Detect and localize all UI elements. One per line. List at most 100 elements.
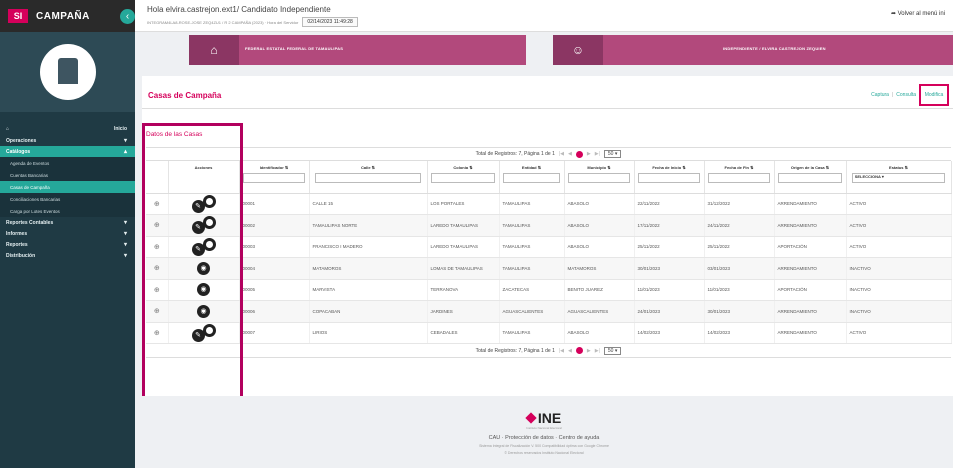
page-size-select[interactable]: 50 ▾ bbox=[603, 150, 622, 158]
disable-icon[interactable] bbox=[202, 323, 216, 337]
cell-estatus: INACTIVO bbox=[846, 279, 952, 301]
filter-input-fecha-de-fin[interactable] bbox=[707, 173, 771, 183]
row-expand-icon[interactable]: ⊕ bbox=[146, 279, 169, 301]
sidebar-item-conciliaciones-bancarias[interactable]: Conciliaciones Bancarias bbox=[0, 193, 135, 205]
column-label: Acciones bbox=[194, 165, 213, 170]
footer-links[interactable]: CAU · Protección de datos · Centro de ay… bbox=[135, 435, 953, 441]
filter-input-entidad[interactable] bbox=[502, 173, 561, 183]
current-page-indicator[interactable] bbox=[575, 150, 583, 158]
sidebar-item-cuentas-bancarias[interactable]: Cuentas Bancarias bbox=[0, 169, 135, 181]
sort-icon[interactable]: ⇅ bbox=[903, 165, 908, 170]
session-details: INTEGRAM4LA8-ROSE-JOSE ZEQ4ZU1 / R 2 CAM… bbox=[147, 19, 299, 25]
captura-link[interactable]: Captura bbox=[871, 92, 889, 106]
enable-icon[interactable]: ◉ bbox=[197, 261, 210, 275]
row-expand-icon[interactable]: ⊕ bbox=[146, 236, 169, 258]
back-to-menu-link[interactable]: ➦ Volver al menú ini bbox=[891, 10, 945, 17]
sidebar-item-operaciones[interactable]: Operaciones ▾ bbox=[0, 135, 135, 146]
table-header-row: Acciones Identificador ⇅ Calle ⇅ Colonia ⇅ E… bbox=[146, 161, 952, 194]
row-expand-icon[interactable]: ⊕ bbox=[146, 322, 169, 344]
cell-municipio: ABASOLO bbox=[564, 322, 635, 344]
banner-sujeto: ☺ INDEPENDIENTE / ELVIRA CASTREJON ZEQUI… bbox=[553, 35, 953, 65]
page-size-select[interactable]: 50 ▾ bbox=[603, 346, 622, 355]
sidebar-item-catalogos[interactable]: Catálogos ▴ bbox=[0, 146, 135, 157]
cell-fin: 14/02/2023 bbox=[704, 322, 775, 344]
row-expand-icon[interactable]: ⊕ bbox=[146, 214, 169, 237]
next-page-button[interactable]: ▶ bbox=[587, 151, 591, 157]
sort-icon[interactable]: ⇅ bbox=[468, 165, 472, 170]
cell-entidad: TAMAULIPAS bbox=[499, 214, 565, 237]
column-header-calle[interactable]: Calle ⇅ bbox=[309, 161, 428, 194]
column-header-fecha-de-inicio[interactable]: Fecha de Inicio ⇅ bbox=[634, 161, 705, 194]
row-expand-icon[interactable]: ⊕ bbox=[146, 193, 169, 215]
column-header-municipio[interactable]: Municipio ⇅ bbox=[564, 161, 635, 194]
modifica-link[interactable]: Modifica bbox=[919, 84, 949, 106]
column-header-identificador[interactable]: Identificador ⇅ bbox=[239, 161, 310, 194]
sort-icon[interactable]: ⇅ bbox=[537, 165, 541, 170]
enable-icon[interactable]: ◉ bbox=[197, 304, 210, 318]
sort-icon[interactable]: ⇅ bbox=[749, 165, 753, 170]
next-page-button[interactable]: ▶ bbox=[587, 348, 591, 354]
filter-input-fecha-de-inicio[interactable] bbox=[637, 173, 701, 183]
cell-calle: COPACABAN bbox=[309, 300, 428, 323]
filter-input-estatus[interactable]: SELECCIONA ▾ bbox=[851, 173, 946, 183]
sidebar-item-carga-por-lotes-eventos[interactable]: Carga por Lotes Eventos bbox=[0, 205, 135, 217]
column-header-entidad[interactable]: Entidad ⇅ bbox=[499, 161, 565, 194]
cell-entidad: TAMAULIPAS bbox=[499, 257, 565, 280]
cell-entidad: TAMAULIPAS bbox=[499, 193, 565, 215]
table-row: ⊕ ✎ 00001 CALLE 15 LOS PORTALES TAMAULIPAS ABA… bbox=[146, 193, 952, 215]
sidebar-item-agenda-de-eventos[interactable]: Agenda de Eventos bbox=[0, 157, 135, 169]
sort-icon[interactable]: ⇅ bbox=[371, 165, 375, 170]
row-actions: ✎ bbox=[168, 322, 240, 344]
column-label: Fecha de Fin bbox=[724, 165, 749, 170]
filter-input-identificador[interactable] bbox=[242, 173, 306, 183]
cell-municipio: ABASOLO bbox=[564, 236, 635, 258]
action-separator: | bbox=[891, 92, 894, 98]
sidebar-collapse-button[interactable]: ‹ bbox=[120, 9, 135, 24]
row-expand-icon[interactable]: ⊕ bbox=[146, 300, 169, 323]
last-page-button[interactable]: ▶| bbox=[595, 348, 600, 354]
cell-fin: 11/01/2023 bbox=[704, 279, 775, 301]
cell-estatus: ACTIVO bbox=[846, 236, 952, 258]
cell-id: 00005 bbox=[239, 279, 310, 301]
ine-logo-text: INE bbox=[537, 410, 562, 426]
cell-colonia: LOS PORTALES bbox=[427, 193, 500, 215]
sidebar-item-reportes[interactable]: Reportes ▾ bbox=[0, 239, 135, 250]
column-header-fecha-de-fin[interactable]: Fecha de Fin ⇅ bbox=[704, 161, 775, 194]
sidebar-item-distribucion[interactable]: Distribución ▾ bbox=[0, 250, 135, 261]
column-header-estatus[interactable]: Estatus ⇅ SELECCIONA ▾ bbox=[846, 161, 952, 194]
sort-icon[interactable]: ⇅ bbox=[825, 165, 829, 170]
enable-icon[interactable]: ◉ bbox=[197, 283, 210, 297]
disable-icon[interactable] bbox=[202, 237, 216, 251]
sidebar-item-informes[interactable]: Informes ▾ bbox=[0, 228, 135, 239]
filter-input-municipio[interactable] bbox=[567, 173, 631, 183]
current-page-indicator[interactable] bbox=[575, 347, 583, 354]
row-actions: ◉ bbox=[168, 300, 240, 323]
table-row: ⊕ ◉ 00005 MARVISTA TERRANOVA ZACATECAS BENITO … bbox=[146, 279, 952, 301]
column-header-colonia[interactable]: Colonia ⇅ bbox=[427, 161, 500, 194]
building-icon: ⌂ bbox=[189, 35, 239, 65]
cell-inicio: 30/01/2023 bbox=[634, 257, 705, 280]
row-expand-icon[interactable]: ⊕ bbox=[146, 257, 169, 280]
row-actions: ✎ bbox=[168, 193, 240, 215]
filter-input-origen-de-la-casa[interactable] bbox=[778, 173, 842, 183]
server-time: 02/14/2023 11:49:28 bbox=[302, 17, 358, 27]
sort-icon[interactable]: ⇅ bbox=[606, 165, 610, 170]
column-header-origen-de-la-casa[interactable]: Origen de la Casa ⇅ bbox=[774, 161, 847, 194]
sort-icon[interactable]: ⇅ bbox=[681, 165, 685, 170]
filter-input-colonia[interactable] bbox=[431, 173, 495, 183]
cell-estatus: ACTIVO bbox=[846, 214, 952, 237]
sidebar-item-inicio[interactable]: ⌂ Inicio bbox=[0, 122, 135, 135]
prev-page-button[interactable]: ◀ bbox=[568, 151, 572, 157]
sort-icon[interactable]: ⇅ bbox=[284, 165, 288, 170]
first-page-button[interactable]: |◀ bbox=[559, 348, 564, 354]
consulta-link[interactable]: Consulta bbox=[896, 92, 916, 106]
last-page-button[interactable]: ▶| bbox=[595, 151, 600, 157]
prev-page-button[interactable]: ◀ bbox=[568, 348, 572, 354]
disable-icon[interactable] bbox=[202, 216, 216, 230]
sidebar-item-casas-de-campana[interactable]: Casas de Campaña bbox=[0, 181, 135, 193]
disable-icon[interactable] bbox=[202, 194, 216, 208]
first-page-button[interactable]: |◀ bbox=[559, 151, 564, 157]
sidebar-item-reportes-contables[interactable]: Reportes Contables ▾ bbox=[0, 217, 135, 228]
filter-input-calle[interactable] bbox=[315, 173, 421, 183]
cell-colonia: CEBADALES bbox=[427, 322, 500, 344]
